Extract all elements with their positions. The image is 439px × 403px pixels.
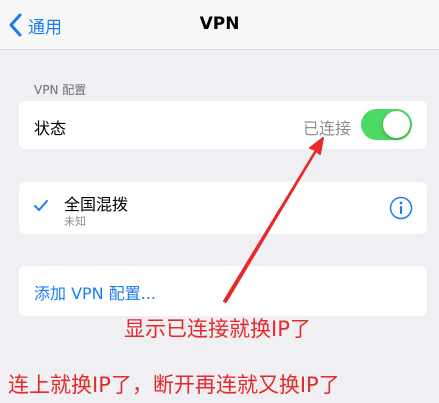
checkmark-icon xyxy=(34,200,48,211)
vpn-config-row[interactable]: 全国混拨 未知 xyxy=(19,182,427,234)
status-row: 状态 已连接 xyxy=(19,101,427,149)
add-vpn-button[interactable]: 添加 VPN 配置... xyxy=(34,280,156,304)
bottom-annotation: 连上就换IP了，断开再连就又换IP了 xyxy=(8,373,340,397)
arrow-annotation: 显示已连接就换IP了 xyxy=(124,317,311,341)
vpn-name: 全国混拨 xyxy=(64,195,129,214)
vpn-subtitle: 未知 xyxy=(64,215,86,228)
info-circle-icon[interactable] xyxy=(389,196,413,220)
status-label: 状态 xyxy=(34,119,67,138)
section-header: VPN 配置 xyxy=(34,83,87,97)
add-vpn-row[interactable]: 添加 VPN 配置... xyxy=(19,266,427,316)
page-title: VPN xyxy=(199,14,240,34)
status-value: 已连接 xyxy=(302,119,351,138)
vpn-toggle[interactable] xyxy=(361,109,412,140)
navigation-bar: 通用 VPN xyxy=(0,0,439,50)
toggle-knob xyxy=(383,111,410,138)
